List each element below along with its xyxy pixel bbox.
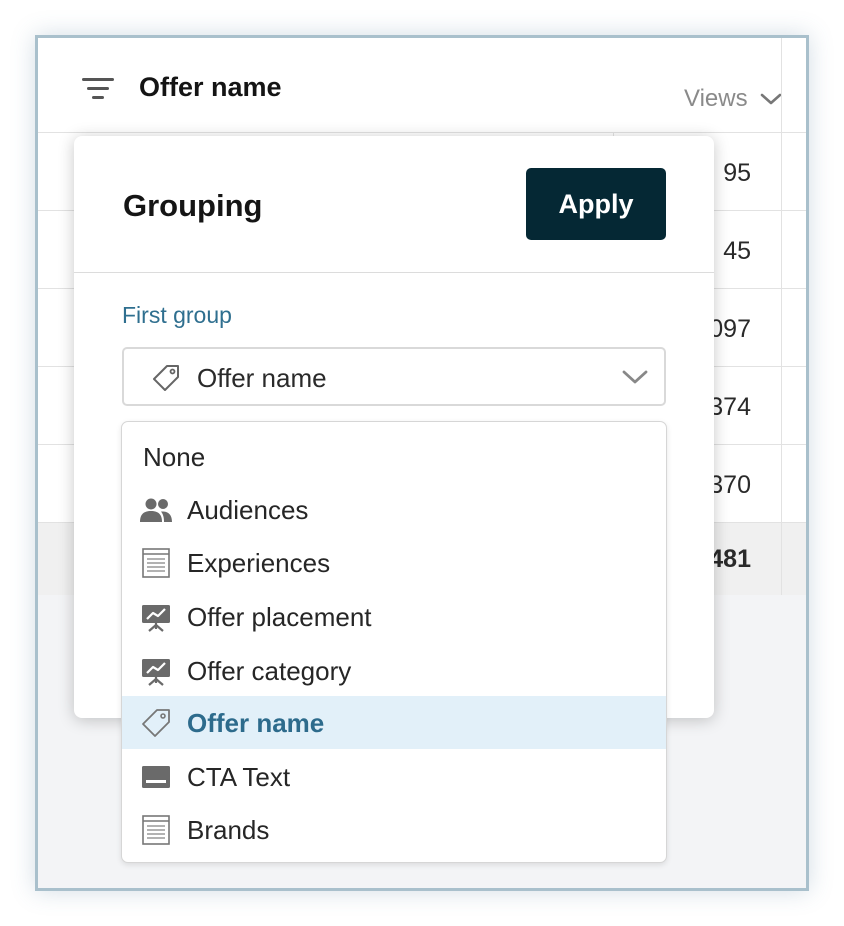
- select-value: Offer name: [197, 363, 327, 393]
- option-label: None: [143, 442, 206, 472]
- group-options-dropdown: None Audiences Experiences Offer placeme…: [121, 421, 667, 863]
- cta-box-icon: [142, 766, 170, 788]
- option-label: Experiences: [187, 548, 331, 578]
- divider: [74, 272, 714, 273]
- option-cta-text[interactable]: CTA Text: [122, 750, 666, 803]
- column-title: Offer name: [139, 72, 282, 102]
- popover-title: Grouping: [123, 188, 263, 223]
- option-brands[interactable]: Brands: [122, 803, 666, 856]
- presentation-chart-icon: [142, 659, 170, 686]
- apply-button[interactable]: Apply: [526, 168, 666, 240]
- filter-icon[interactable]: [82, 78, 116, 100]
- option-label: Offer placement: [187, 602, 372, 632]
- document-icon: [142, 548, 170, 578]
- option-offer-placement[interactable]: Offer placement: [122, 590, 666, 643]
- column-divider: [781, 133, 782, 595]
- first-group-select[interactable]: Offer name: [122, 347, 666, 406]
- option-label: Offer category: [187, 656, 352, 686]
- tag-icon: [153, 365, 179, 391]
- tag-icon: [142, 709, 170, 737]
- option-audiences[interactable]: Audiences: [122, 483, 666, 536]
- presentation-chart-icon: [142, 605, 170, 632]
- option-label: CTA Text: [187, 762, 291, 792]
- option-offer-category[interactable]: Offer category: [122, 644, 666, 697]
- table-header: Offer name Views: [38, 38, 806, 133]
- option-experiences[interactable]: Experiences: [122, 536, 666, 589]
- option-label: Brands: [187, 815, 270, 845]
- people-icon: [140, 498, 172, 522]
- first-group-label: First group: [122, 302, 232, 328]
- option-none[interactable]: None: [122, 430, 666, 483]
- views-column-header[interactable]: Views: [684, 85, 748, 113]
- document-icon: [142, 815, 170, 845]
- chevron-down-icon[interactable]: [760, 92, 782, 106]
- column-divider: [781, 38, 782, 133]
- chevron-down-icon: [622, 370, 648, 384]
- option-offer-name[interactable]: Offer name: [122, 696, 666, 749]
- option-label: Audiences: [187, 495, 309, 525]
- option-label: Offer name: [187, 708, 325, 738]
